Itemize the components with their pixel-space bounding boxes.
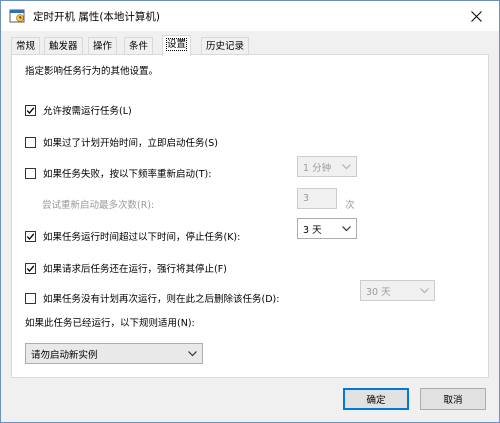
delete-task-label: 如果任务没有计划再次运行，则在此之后删除该任务(D): (43, 294, 280, 305)
checkmark-icon (26, 232, 35, 240)
task-icon (9, 8, 25, 24)
run-missed-label: 如果过了计划开始时间，立即启动任务(S) (43, 138, 218, 149)
chevron-down-icon (188, 351, 197, 357)
tab-conditions[interactable]: 条件 (124, 37, 154, 55)
stop-if-longer-checkbox[interactable] (25, 230, 36, 242)
close-icon (471, 10, 482, 22)
allow-on-demand-row[interactable]: 允许按需运行任务(L) (25, 103, 132, 117)
chevron-down-icon (420, 288, 429, 294)
checkmark-icon (26, 106, 35, 114)
tab-actions[interactable]: 操作 (88, 37, 118, 55)
retry-label: 尝试重新启动最多次数(R): (42, 200, 155, 211)
tab-general[interactable]: 常规 (11, 37, 41, 55)
tab-history[interactable]: 历史记录 (201, 37, 250, 55)
restart-on-fail-label: 如果任务失败，按以下频率重新启动(T): (43, 169, 212, 180)
retry-unit: 次 (345, 200, 355, 211)
stop-if-longer-label: 如果任务运行时间超过以下时间，停止任务(K): (43, 232, 241, 243)
restart-on-fail-checkbox[interactable] (25, 167, 36, 179)
run-missed-row[interactable]: 如果过了计划开始时间，立即启动任务(S) (25, 135, 218, 149)
retry-count-input[interactable]: 3 (297, 188, 337, 209)
delete-task-row[interactable]: 如果任务没有计划再次运行，则在此之后删除该任务(D): (25, 291, 279, 305)
stop-if-longer-row[interactable]: 如果任务运行时间超过以下时间，停止任务(K): (25, 229, 240, 243)
allow-on-demand-label: 允许按需运行任务(L) (43, 106, 132, 117)
restart-interval-select[interactable]: 1 分钟 (297, 156, 357, 177)
tab-triggers[interactable]: 触发器 (44, 37, 83, 55)
force-stop-checkbox[interactable] (25, 262, 36, 274)
rule-label-row: 如果此任务已经运行，以下规则适用(N): (25, 315, 195, 329)
title-bar: 定时开机 属性(本地计算机) (1, 1, 499, 31)
cancel-button[interactable]: 取消 (420, 388, 486, 410)
checkmark-icon (26, 264, 35, 272)
rule-label: 如果此任务已经运行，以下规则适用(N): (25, 318, 195, 329)
force-stop-label: 如果请求后任务还在运行，强行将其停止(F) (43, 264, 227, 275)
settings-panel: 指定影响任务行为的其他设置。 允许按需运行任务(L) 如果过了计划开始时间，立即… (11, 54, 489, 378)
settings-description: 指定影响任务行为的其他设置。 (25, 66, 159, 77)
chevron-down-icon (342, 164, 351, 170)
rule-select[interactable]: 请勿启动新实例 (25, 343, 203, 364)
ok-button[interactable]: 确定 (343, 388, 409, 410)
close-button[interactable] (454, 1, 499, 31)
tab-settings[interactable]: 设置 (162, 35, 192, 56)
restart-on-fail-row[interactable]: 如果任务失败，按以下频率重新启动(T): (25, 166, 211, 180)
allow-on-demand-checkbox[interactable] (25, 104, 36, 116)
properties-window: 定时开机 属性(本地计算机) 常规 触发器 操作 条件 设置 历史记录 指定影响… (0, 0, 500, 423)
retry-row: 尝试重新启动最多次数(R): (42, 197, 154, 211)
window-title: 定时开机 属性(本地计算机) (33, 11, 161, 23)
delete-duration-select[interactable]: 30 天 (360, 280, 435, 301)
stop-duration-select[interactable]: 3 天 (297, 218, 357, 239)
force-stop-row[interactable]: 如果请求后任务还在运行，强行将其停止(F) (25, 261, 227, 275)
run-missed-checkbox[interactable] (25, 136, 36, 148)
chevron-down-icon (342, 226, 351, 232)
delete-task-checkbox[interactable] (25, 292, 36, 304)
